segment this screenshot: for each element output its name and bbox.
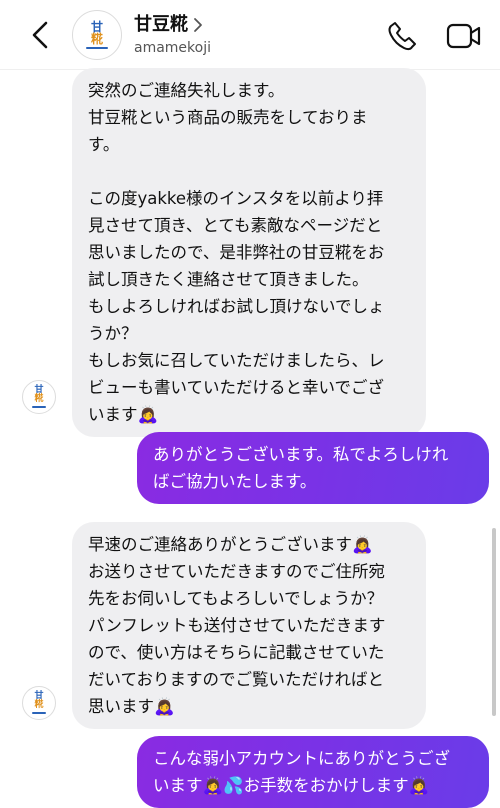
message-line: います🙇‍♀️💦お手数をおかけします🙇‍♀️ [153,776,430,795]
message-line: ありがとうございます。私でよろしけれ [153,445,449,464]
message-line: 早速のご連絡ありがとうございます🙇‍♀️ [88,535,373,554]
message-line: 思いましたので、是非弊社の甘豆糀をお [88,243,385,262]
back-chevron-icon[interactable] [26,20,56,50]
message-line: 甘豆糀という商品の販売をしておりま [88,108,368,127]
message-line: この度yakke様のインスタを以前より拝 [88,189,384,208]
logo-underline [32,712,46,714]
sender-avatar[interactable]: 甘 糀 [22,686,56,720]
message-line: こんな弱小アカウントにありがとうござ [153,749,450,768]
message-line: います🙇‍♀️ [88,405,159,424]
profile-username[interactable]: amamekoji [134,39,211,57]
profile-avatar[interactable]: 甘 糀 [72,10,122,60]
message-line: もしお気に召していただけましたら、レ [88,351,385,370]
message-bubble-incoming[interactable]: 早速のご連絡ありがとうございます🙇‍♀️ お送りさせていただきますのでご住所宛 … [72,522,426,729]
message-line: す。 [88,135,120,154]
message-line: ので、使い方はそちらに記載させていた [88,643,385,662]
message-line: 思います🙇‍♀️ [88,697,175,716]
message-line: うか？ [88,324,138,343]
message-line: ビューも書いていただけると幸いでござ [88,378,385,397]
logo-underline [32,406,46,408]
message-line: 突然のご連絡失礼します。 [88,81,285,100]
logo-char-bottom: 糀 [34,700,44,711]
logo-underline [86,47,108,49]
message-bubble-incoming[interactable]: 突然のご連絡失礼します。 甘豆糀という商品の販売をしておりま す。 この度yak… [72,68,426,437]
scrollbar[interactable] [492,528,496,716]
message-line: お送りさせていただきますのでご住所宛 [88,562,385,581]
logo-char-bottom: 糀 [90,32,103,46]
video-camera-icon[interactable] [446,20,482,52]
message-line: 見させて頂き、とても素敵なページだと [88,216,383,235]
logo-char-bottom: 糀 [34,394,44,405]
message-line: 試し頂きたく連絡させて頂きました。 [88,270,369,289]
message-line: もしよろしければお試し頂けないでしょ [88,297,385,316]
chat-header: 甘 糀 甘豆糀 amamekoji [0,0,500,70]
message-line: パンフレットも送付させていただきます [88,616,386,635]
sender-avatar[interactable]: 甘 糀 [22,380,56,414]
profile-name[interactable]: 甘豆糀 [134,14,188,36]
phone-icon[interactable] [386,20,418,52]
chevron-right-icon[interactable] [192,16,204,34]
message-bubble-outgoing[interactable]: こんな弱小アカウントにありがとうござ います🙇‍♀️💦お手数をおかけします🙇‍♀… [137,736,489,808]
message-line: だいておりますのでご覧いただければと [88,670,385,689]
message-line: 先をお伺いしてもよろしいでしょうか？ [88,589,384,608]
message-line: ばご協力いたします。 [153,472,317,491]
message-bubble-outgoing[interactable]: ありがとうございます。私でよろしけれ ばご協力いたします。 [137,432,489,504]
